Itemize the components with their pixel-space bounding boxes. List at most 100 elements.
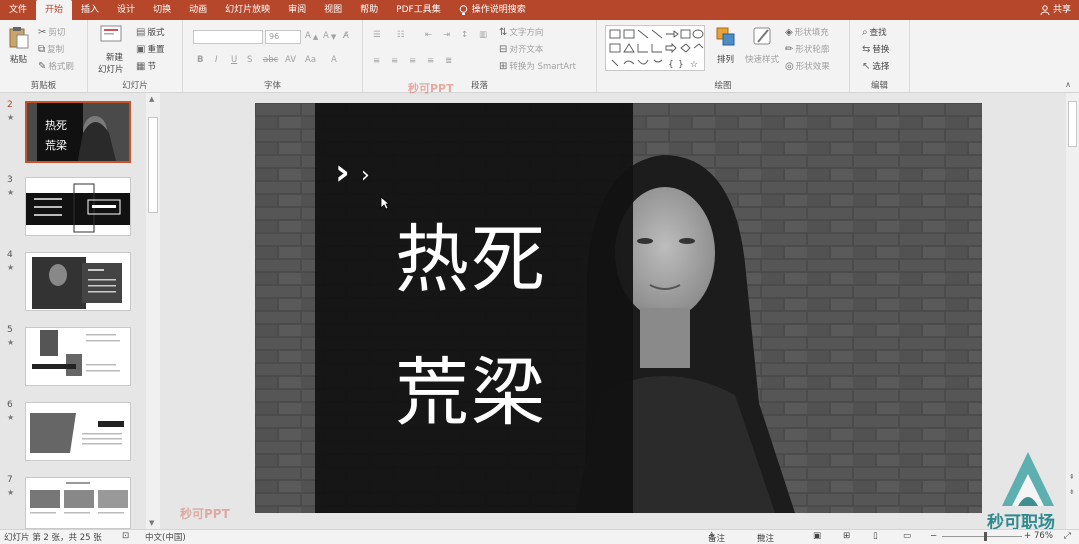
tab-transitions[interactable]: 切换 (144, 0, 180, 20)
italic-button[interactable]: I (215, 55, 218, 65)
tab-view[interactable]: 视图 (315, 0, 351, 20)
group-label-paragraph: 段落 (470, 81, 488, 91)
align-left-icon[interactable]: ≡ (373, 56, 380, 66)
arrange-label[interactable]: 排列 (717, 53, 734, 65)
select-button[interactable]: ↖ 选择 (862, 60, 889, 73)
watermark-bottom: 秒可PPT (180, 507, 230, 521)
new-slide-icon[interactable] (100, 25, 122, 47)
section-button[interactable]: ▦ 节 (136, 60, 156, 73)
decrease-font-icon[interactable]: A ▼ (323, 31, 336, 41)
collapse-ribbon-icon[interactable]: ∧ (1065, 80, 1071, 89)
find-button[interactable]: ⌕ 查找 (862, 26, 887, 39)
search-icon: ⌕ (862, 26, 868, 38)
slideshow-icon[interactable]: ▭ (903, 531, 911, 541)
tab-home[interactable]: 开始 (36, 0, 73, 20)
numbering-icon[interactable]: ☷ (397, 30, 405, 40)
font-family-select[interactable] (193, 30, 263, 44)
thumbnail-scrollbar[interactable]: ▲ ▼ (146, 93, 160, 529)
paste-icon[interactable] (8, 26, 30, 49)
slide-thumbnail-7[interactable] (25, 477, 131, 529)
zoom-in-icon[interactable]: + (1024, 531, 1031, 541)
shape-effects-button[interactable]: ◎ 形状效果 (785, 60, 830, 73)
tab-file[interactable]: 文件 (0, 0, 36, 20)
reset-button[interactable]: ▣ 重置 (136, 43, 164, 56)
format-painter-button[interactable]: ✎ 格式刷 (38, 60, 74, 73)
change-case-button[interactable]: Aa (305, 55, 316, 65)
quick-styles-icon[interactable] (752, 26, 774, 48)
new-slide-label[interactable]: 新建 (106, 51, 123, 63)
text-direction-button[interactable]: ⇅ 文字方向 (499, 26, 543, 39)
thumb-number: 7 (7, 475, 13, 485)
cut-button[interactable]: ✂ 剪切 (38, 26, 65, 39)
zoom-level[interactable]: 76% (1034, 531, 1053, 541)
tab-help[interactable]: 帮助 (351, 0, 387, 20)
slide-thumbnail-3[interactable] (25, 177, 131, 236)
shapes-gallery[interactable]: {} ☆ (605, 25, 705, 71)
layout-button[interactable]: ▤ 版式 (136, 26, 164, 39)
fit-slide-icon[interactable]: ⤢ (1064, 531, 1071, 541)
decrease-indent-icon[interactable]: ⇤ (425, 30, 432, 40)
smartart-button[interactable]: ⊞ 转换为 SmartArt (499, 60, 576, 73)
align-text-button[interactable]: ⊟ 对齐文本 (499, 43, 544, 56)
group-label-clipboard: 剪贴板 (30, 81, 57, 91)
bullets-icon[interactable]: ☰ (373, 30, 381, 40)
slide-thumbnail-5[interactable] (25, 327, 131, 386)
zoom-out-icon[interactable]: − (930, 531, 937, 541)
tab-slideshow[interactable]: 幻灯片放映 (216, 0, 279, 20)
tab-pdf-tools[interactable]: PDF工具集 (387, 0, 450, 20)
justify-icon[interactable]: ≡ (427, 56, 434, 66)
svg-text:{: { (668, 60, 674, 70)
paste-button[interactable]: 粘贴 (10, 53, 27, 65)
tab-insert[interactable]: 插入 (72, 0, 108, 20)
thumbnail-scroll-thumb[interactable] (148, 117, 158, 213)
distribute-icon[interactable]: ≣ (445, 56, 452, 66)
arrange-icon[interactable] (715, 26, 737, 48)
shadow-button[interactable]: S (247, 55, 252, 65)
ribbon: 粘贴 ✂ 剪切 ⧉ 复制 ✎ 格式刷 剪贴板 新建 幻灯片 ▤ 版式 ▣ 重置 ▦ 节 幻灯… (0, 20, 1079, 95)
slide-thumbnail-2[interactable]: 热死 荒梁 (25, 101, 131, 163)
replace-button[interactable]: ⇆ 替换 (862, 43, 889, 56)
zoom-slider-thumb[interactable] (984, 532, 987, 541)
share-button[interactable]: 共享 (1040, 0, 1071, 20)
strikethrough-button[interactable]: abc (263, 55, 278, 65)
slide-scroll-thumb[interactable] (1068, 101, 1077, 147)
slide-title-line-2[interactable]: 荒梁 (395, 356, 547, 430)
slide-canvas[interactable]: › › 热死 荒梁 (255, 103, 982, 513)
language-indicator[interactable]: 中文(中国) (145, 531, 186, 543)
clear-format-icon[interactable]: A̸ (343, 31, 349, 41)
zoom-slider[interactable] (942, 536, 1022, 537)
quick-styles-label[interactable]: 快速样式 (745, 53, 779, 65)
font-size-select[interactable]: 96 (265, 30, 301, 44)
new-slide-label2[interactable]: 幻灯片 (98, 63, 124, 75)
shape-fill-button[interactable]: ◈ 形状填充 (785, 26, 829, 39)
slide-title-line-1[interactable]: 热死 (395, 223, 547, 297)
slide-thumbnail-4[interactable] (25, 252, 131, 311)
copy-button[interactable]: ⧉ 复制 (38, 43, 64, 56)
section-icon: ▦ (136, 60, 146, 72)
tab-review[interactable]: 审阅 (279, 0, 315, 20)
replace-icon: ⇆ (862, 43, 871, 55)
spelling-icon[interactable]: ⊡ (122, 531, 129, 541)
reading-view-icon[interactable]: ▯ (873, 531, 878, 541)
scroll-up-icon[interactable]: ▲ (149, 95, 154, 103)
char-spacing-button[interactable]: AV (285, 55, 296, 65)
tell-me-search[interactable]: 操作说明搜索 (450, 0, 535, 20)
comments-label: 批注 (757, 534, 775, 544)
shape-outline-button[interactable]: ✏ 形状轮廓 (785, 43, 829, 56)
tab-animations[interactable]: 动画 (180, 0, 216, 20)
slide-sorter-icon[interactable]: ⊞ (843, 531, 850, 541)
tab-design[interactable]: 设计 (108, 0, 144, 20)
scroll-down-icon[interactable]: ▼ (149, 519, 154, 527)
bold-button[interactable]: B (197, 55, 203, 65)
line-spacing-icon[interactable]: ↕ (461, 30, 468, 40)
underline-button[interactable]: U (231, 55, 237, 65)
increase-font-icon[interactable]: A ▲ (305, 31, 318, 41)
columns-icon[interactable]: ▥ (479, 30, 487, 40)
normal-view-icon[interactable]: ▣ (813, 531, 821, 541)
align-text-label: 对齐文本 (509, 45, 544, 55)
font-color-button[interactable]: A (331, 55, 337, 65)
increase-indent-icon[interactable]: ⇥ (443, 30, 450, 40)
align-center-icon[interactable]: ≡ (391, 56, 398, 66)
slide-thumbnail-6[interactable] (25, 402, 131, 461)
align-right-icon[interactable]: ≡ (409, 56, 416, 66)
